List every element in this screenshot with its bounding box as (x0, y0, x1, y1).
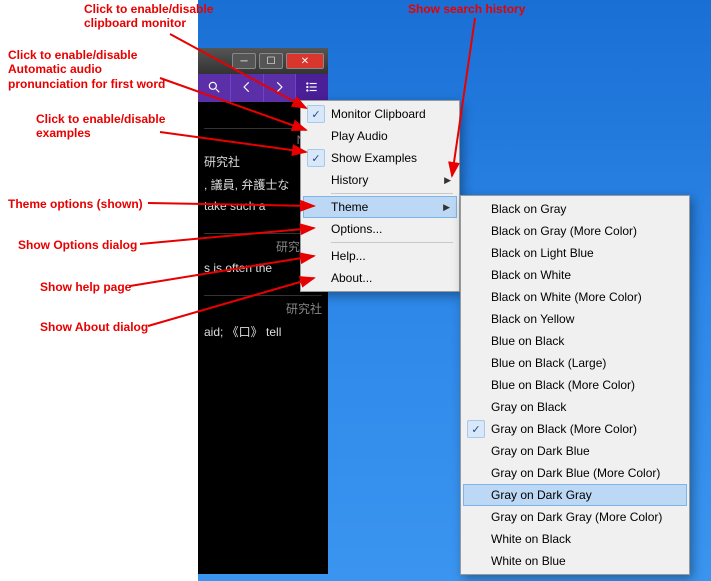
theme-item-label: Gray on Dark Blue (491, 444, 590, 458)
theme-item-label: Blue on Black (More Color) (491, 378, 635, 392)
check-icon: ✓ (307, 105, 325, 123)
annotation-theme: Theme options (shown) (8, 197, 143, 211)
close-button[interactable]: ✕ (286, 53, 324, 69)
theme-item[interactable]: Gray on Dark Gray (463, 484, 687, 506)
arrow-right-icon (272, 80, 286, 97)
menu-separator (331, 193, 453, 194)
theme-submenu: Black on Gray Black on Gray (More Color) B… (460, 195, 690, 575)
menu-item-theme[interactable]: Theme ▶ (303, 196, 457, 218)
theme-item[interactable]: White on Black (463, 528, 687, 550)
menu-item-label: History (331, 173, 368, 187)
menu-item-show-examples[interactable]: ✓ Show Examples (303, 147, 457, 169)
theme-item-label: Black on Gray (491, 202, 566, 216)
menu-item-label: Play Audio (331, 129, 388, 143)
menu-item-help[interactable]: Help... (303, 245, 457, 267)
theme-item-label: Black on Light Blue (491, 246, 594, 260)
theme-item[interactable]: Blue on Black (463, 330, 687, 352)
minimize-button[interactable]: ─ (232, 53, 256, 69)
menu-item-about[interactable]: About... (303, 267, 457, 289)
check-icon: ✓ (467, 420, 485, 438)
theme-item[interactable]: Black on Gray (463, 198, 687, 220)
list-icon (305, 80, 319, 97)
menu-item-label: Monitor Clipboard (331, 107, 426, 121)
toolbar (198, 74, 328, 102)
theme-item-label: Gray on Dark Gray (More Color) (491, 510, 662, 524)
content-header: 研究社 (204, 295, 322, 317)
annotation-clipboard: Click to enable/disable clipboard monito… (84, 2, 213, 31)
theme-item[interactable]: Blue on Black (More Color) (463, 374, 687, 396)
theme-item-label: Black on Gray (More Color) (491, 224, 637, 238)
annotation-audio: Click to enable/disable Automatic audio … (8, 48, 165, 91)
search-icon (207, 80, 221, 97)
menu-item-play-audio[interactable]: Play Audio (303, 125, 457, 147)
theme-item-label: Blue on Black (Large) (491, 356, 606, 370)
window-titlebar: ─ ☐ ✕ (198, 48, 328, 74)
menu-separator (331, 242, 453, 243)
theme-item-label: Blue on Black (491, 334, 564, 348)
theme-item-label: Gray on Black (491, 400, 566, 414)
submenu-arrow-icon: ▶ (444, 175, 451, 186)
menu-item-label: Options... (331, 222, 382, 236)
theme-item[interactable]: Black on White (463, 264, 687, 286)
submenu-arrow-icon: ▶ (443, 202, 450, 213)
theme-item-label: Black on White (More Color) (491, 290, 642, 304)
menu-button[interactable] (296, 74, 328, 102)
annotation-examples: Click to enable/disable examples (36, 112, 165, 141)
theme-item-label: White on Blue (491, 554, 566, 568)
menu-item-options[interactable]: Options... (303, 218, 457, 240)
search-button[interactable] (198, 74, 231, 102)
menu-item-label: Help... (331, 249, 366, 263)
theme-item-label: Gray on Black (More Color) (491, 422, 637, 436)
menu-item-label: Theme (331, 200, 368, 214)
annotation-search-history: Show search history (408, 2, 525, 16)
main-context-menu: ✓ Monitor Clipboard Play Audio ✓ Show Ex… (300, 100, 460, 292)
theme-item-label: White on Black (491, 532, 571, 546)
theme-item[interactable]: Black on Light Blue (463, 242, 687, 264)
theme-item[interactable]: Gray on Dark Blue (463, 440, 687, 462)
content-line: aid; 《口》 tell (204, 323, 322, 340)
theme-item[interactable]: White on Blue (463, 550, 687, 572)
menu-item-label: Show Examples (331, 151, 417, 165)
menu-item-monitor-clipboard[interactable]: ✓ Monitor Clipboard (303, 103, 457, 125)
check-icon: ✓ (307, 149, 325, 167)
back-button[interactable] (231, 74, 264, 102)
theme-item-label: Gray on Dark Gray (491, 488, 592, 502)
arrow-left-icon (240, 80, 254, 97)
theme-item-label: Gray on Dark Blue (More Color) (491, 466, 660, 480)
theme-item[interactable]: Black on White (More Color) (463, 286, 687, 308)
annotation-options: Show Options dialog (18, 238, 137, 252)
theme-item[interactable]: Gray on Dark Gray (More Color) (463, 506, 687, 528)
annotation-about: Show About dialog (40, 320, 148, 334)
theme-item[interactable]: ✓ Gray on Black (More Color) (463, 418, 687, 440)
theme-item[interactable]: Gray on Dark Blue (More Color) (463, 462, 687, 484)
theme-item-label: Black on Yellow (491, 312, 574, 326)
menu-item-history[interactable]: History ▶ (303, 169, 457, 191)
annotation-help: Show help page (40, 280, 131, 294)
theme-item[interactable]: Black on Yellow (463, 308, 687, 330)
theme-item[interactable]: Gray on Black (463, 396, 687, 418)
maximize-button[interactable]: ☐ (259, 53, 283, 69)
theme-item[interactable]: Black on Gray (More Color) (463, 220, 687, 242)
theme-item-label: Black on White (491, 268, 571, 282)
theme-item[interactable]: Blue on Black (Large) (463, 352, 687, 374)
forward-button[interactable] (264, 74, 297, 102)
menu-item-label: About... (331, 271, 372, 285)
